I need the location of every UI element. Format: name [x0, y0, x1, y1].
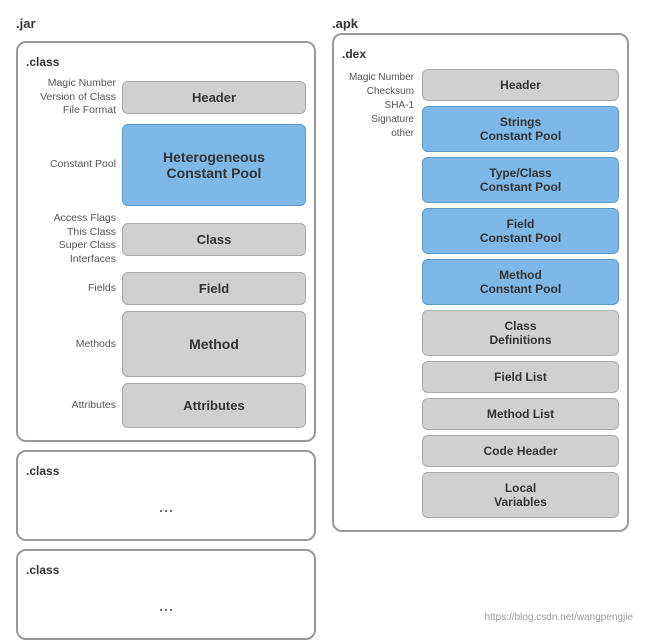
- class-box-main: .class Magic NumberVersion of Class File…: [16, 41, 316, 442]
- methods-row: Methods Method: [26, 311, 306, 377]
- field-block: Field: [122, 272, 306, 305]
- class-box-2-dots: ...: [26, 486, 306, 527]
- class-block: Class: [122, 223, 306, 256]
- class-inner: Magic NumberVersion of Class File Format…: [26, 77, 306, 428]
- apk-section: .apk .dex Magic NumberChecksumSHA-1 Sign…: [332, 16, 629, 615]
- class-box-3-label: .class: [26, 563, 306, 577]
- constant-pool-label: Constant Pool: [26, 158, 116, 172]
- method-constant-pool-block: MethodConstant Pool: [422, 259, 619, 305]
- attributes-block: Attributes: [122, 383, 306, 428]
- class-box-3-dots: ...: [26, 585, 306, 626]
- field-row-label: Fields: [26, 282, 116, 296]
- class-row-label: Access FlagsThis ClassSuper ClassInterfa…: [26, 212, 116, 267]
- dex-box: .dex Magic NumberChecksumSHA-1 Signature…: [332, 33, 629, 532]
- apk-label: .apk: [332, 16, 629, 31]
- watermark: https://blog.csdn.net/wangpengjie: [485, 612, 633, 623]
- attributes-row: Attributes Attributes: [26, 383, 306, 428]
- class-box-2-label: .class: [26, 464, 306, 478]
- methods-row-label: Methods: [26, 338, 116, 352]
- main-container: .jar .class Magic NumberVersion of Class…: [0, 0, 645, 631]
- class-row: Access FlagsThis ClassSuper ClassInterfa…: [26, 212, 306, 267]
- field-row: Fields Field: [26, 272, 306, 305]
- jar-section: .jar .class Magic NumberVersion of Class…: [16, 16, 316, 615]
- local-variables-block: LocalVariables: [422, 472, 619, 518]
- class-box-3: .class ...: [16, 549, 316, 640]
- code-header-block: Code Header: [422, 435, 619, 467]
- header-block: Header: [122, 81, 306, 114]
- dex-label: .dex: [342, 47, 619, 61]
- method-list-block: Method List: [422, 398, 619, 430]
- class-definitions-block: ClassDefinitions: [422, 310, 619, 356]
- field-list-block: Field List: [422, 361, 619, 393]
- attributes-row-label: Attributes: [26, 399, 116, 413]
- header-row: Magic NumberVersion of Class File Format…: [26, 77, 306, 118]
- dex-inner: Magic NumberChecksumSHA-1 Signatureother…: [342, 69, 619, 518]
- strings-constant-pool-block: StringsConstant Pool: [422, 106, 619, 152]
- jar-label: .jar: [16, 16, 316, 31]
- field-constant-pool-block: FieldConstant Pool: [422, 208, 619, 254]
- constant-pool-block: HeterogeneousConstant Pool: [122, 124, 306, 206]
- methods-block: Method: [122, 311, 306, 377]
- dex-header-labels: Magic NumberChecksumSHA-1 Signatureother: [342, 71, 414, 143]
- constant-pool-row: Constant Pool HeterogeneousConstant Pool: [26, 124, 306, 206]
- class-box-main-label: .class: [26, 55, 306, 69]
- dex-header-block: Header: [422, 69, 619, 101]
- dex-blocks: Header StringsConstant Pool Type/ClassCo…: [422, 69, 619, 518]
- class-box-2: .class ...: [16, 450, 316, 541]
- type-class-constant-pool-block: Type/ClassConstant Pool: [422, 157, 619, 203]
- header-label: Magic NumberVersion of Class File Format: [26, 77, 116, 118]
